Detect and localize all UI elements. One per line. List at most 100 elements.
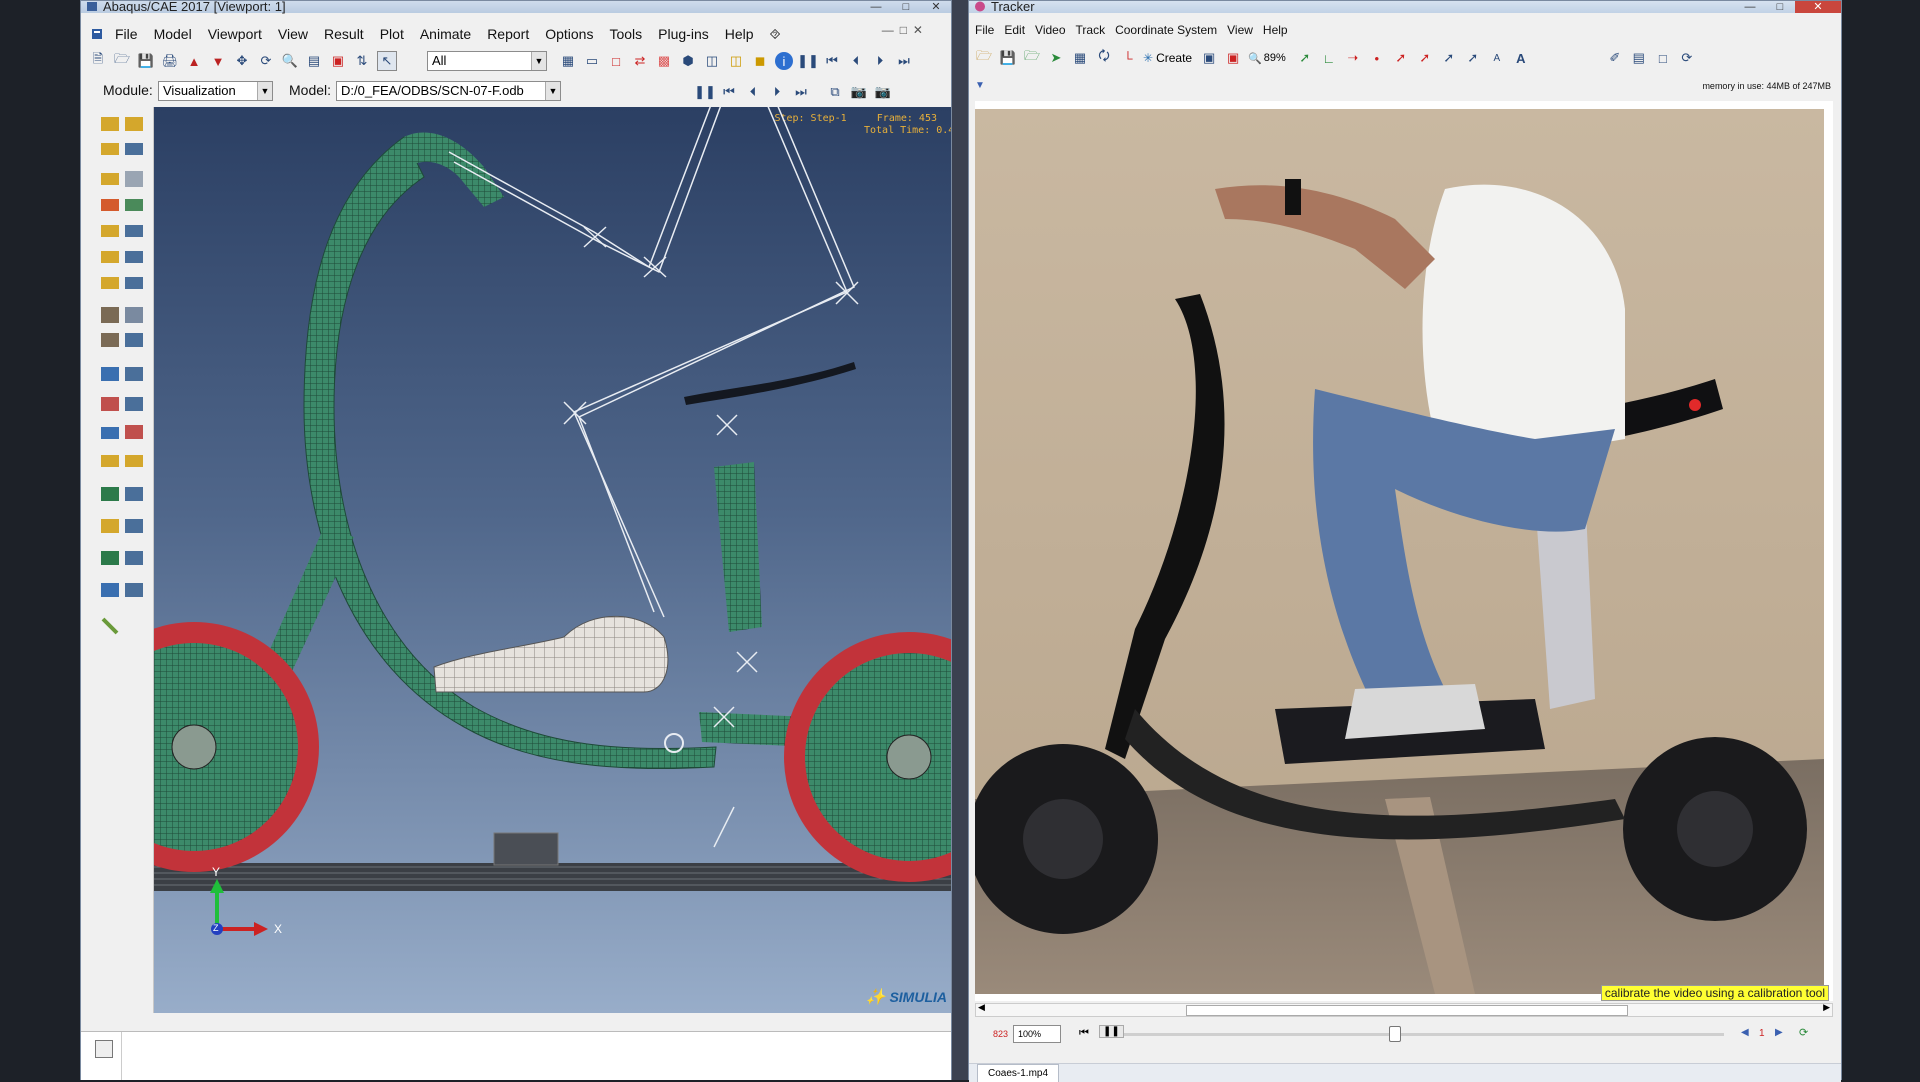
menu-file[interactable]: File — [115, 26, 138, 42]
menu-tools[interactable]: Tools — [609, 26, 642, 42]
fea-model[interactable] — [154, 107, 951, 1013]
menu-result[interactable]: Result — [324, 26, 364, 42]
auto-fit-icon[interactable]: ▣ — [329, 52, 347, 70]
pan-icon[interactable]: ✥ — [233, 52, 251, 70]
notes-icon[interactable]: ▤ — [1630, 49, 1648, 67]
refresh-icon[interactable]: ⟳ — [1678, 49, 1696, 67]
minimize-button[interactable]: — — [861, 1, 891, 13]
maximize-button[interactable]: □ — [891, 1, 921, 13]
trails-icon[interactable]: ➚ — [1296, 49, 1314, 67]
window-icon[interactable]: □ — [1654, 49, 1672, 67]
menu-plot[interactable]: Plot — [380, 26, 404, 42]
rotate-icon[interactable]: ⟳ — [257, 52, 275, 70]
context-help-icon[interactable]: ⯑ — [770, 26, 781, 43]
menu-track[interactable]: Track — [1076, 23, 1106, 37]
step-back-icon[interactable]: ◀ — [1741, 1027, 1749, 1038]
loop-icon[interactable]: ⟳ — [1799, 1026, 1808, 1039]
font-smaller-icon[interactable]: A — [1488, 49, 1506, 67]
rect-select-icon[interactable]: □ — [607, 52, 625, 70]
menu-file[interactable]: File — [975, 23, 994, 37]
viewport[interactable]: Step: Step-1 Frame: 453 Total Time: 0.45… — [154, 107, 951, 1013]
maximize-button[interactable]: □ — [1765, 1, 1795, 13]
chevron-down-icon[interactable]: ▼ — [545, 82, 560, 100]
open-icon[interactable]: 🗁 — [113, 51, 131, 70]
pause-button[interactable]: ❚❚ — [1099, 1025, 1124, 1038]
menu-coordinate-system[interactable]: Coordinate System — [1115, 23, 1217, 37]
toolbox-icon-grid[interactable] — [101, 117, 143, 635]
message-toggle-icon[interactable] — [95, 1040, 113, 1058]
new-icon[interactable]: 🗎 — [89, 51, 107, 70]
open-icon[interactable]: 🗁 — [975, 48, 993, 67]
points-icon[interactable]: • — [1368, 49, 1386, 67]
magnify-icon[interactable]: 🔍 — [281, 52, 299, 70]
xmass-alt-icon[interactable]: ➚ — [1464, 49, 1482, 67]
display-group-icon[interactable]: ▭ — [583, 52, 601, 70]
rewind-icon[interactable]: ⏮ — [1079, 1027, 1089, 1040]
mesh-icon[interactable]: ▩ — [655, 52, 673, 70]
frame-copy-icon[interactable]: ⧉ — [826, 83, 844, 101]
playback-slider[interactable] — [1124, 1026, 1724, 1042]
velocity-icon[interactable]: ➚ — [1392, 49, 1410, 67]
video-hscrollbar[interactable]: ◀ ▶ — [975, 1002, 1833, 1017]
video-frame[interactable] — [975, 109, 1824, 994]
export-icon[interactable]: ▼ — [209, 52, 227, 70]
first-frame-icon[interactable]: ⏮ — [823, 52, 841, 70]
scroll-left-icon[interactable]: ◀ — [978, 1002, 985, 1013]
calibration-icon[interactable]: 🗘 — [1095, 48, 1113, 67]
model-select[interactable]: D:/0_FEA/ODBS/SCN-07-F.odb ▼ — [336, 81, 561, 101]
anim-last-icon[interactable]: ⏭ — [792, 83, 810, 101]
rate-spinner[interactable]: 100% — [1013, 1025, 1061, 1043]
menu-view[interactable]: View — [278, 26, 308, 42]
message-area[interactable] — [81, 1031, 951, 1080]
chevron-down-icon[interactable]: ▼ — [531, 52, 546, 70]
close-button[interactable]: ✕ — [1795, 1, 1841, 13]
shaded-icon[interactable]: ◼ — [751, 52, 769, 70]
zoom-control[interactable]: 🔍 89% — [1248, 52, 1286, 65]
next-frame-icon[interactable]: ⏵ — [871, 52, 889, 70]
front-view-icon[interactable]: ◫ — [703, 52, 721, 70]
menu-view[interactable]: View — [1227, 23, 1253, 37]
path-icon[interactable]: ➝ — [1344, 49, 1362, 67]
module-select[interactable]: Visualization ▼ — [158, 81, 273, 101]
box-zoom-icon[interactable]: ▤ — [305, 52, 323, 70]
menu-model[interactable]: Model — [154, 26, 192, 42]
pencil-icon[interactable]: ✐ — [1606, 49, 1624, 67]
toggle-icon[interactable]: ▦ — [559, 52, 577, 70]
minimize-button[interactable]: — — [1735, 1, 1765, 13]
menu-help[interactable]: Help — [1263, 23, 1288, 37]
menu-report[interactable]: Report — [487, 26, 529, 42]
xmass-icon[interactable]: ➚ — [1440, 49, 1458, 67]
menu-viewport[interactable]: Viewport — [208, 26, 262, 42]
scroll-thumb[interactable] — [1186, 1005, 1628, 1016]
font-larger-icon[interactable]: A — [1512, 49, 1530, 67]
autotracker-icon[interactable]: ▣ — [1224, 49, 1242, 67]
export-icon[interactable]: ➤ — [1047, 49, 1065, 67]
pause-icon[interactable]: ❚❚ — [797, 52, 819, 70]
replace-icon[interactable]: ⇄ — [631, 52, 649, 70]
last-frame-icon[interactable]: ⏭ — [895, 52, 913, 70]
chevron-down-icon[interactable]: ▼ — [257, 82, 272, 100]
select-arrow-icon[interactable]: ↖ — [377, 51, 397, 71]
accel-icon[interactable]: ➚ — [1416, 49, 1434, 67]
wireframe-icon[interactable]: ◫ — [727, 52, 745, 70]
create-button[interactable]: ✳ Create — [1143, 51, 1192, 65]
camera-icon[interactable]: 📷 — [850, 83, 868, 101]
open-video-icon[interactable]: 🗁 — [1023, 48, 1041, 67]
prev-frame-icon[interactable]: ⏴ — [847, 52, 865, 70]
info-icon[interactable]: i — [775, 52, 793, 70]
playback-thumb[interactable] — [1389, 1026, 1401, 1042]
labels-icon[interactable]: ∟ — [1320, 49, 1338, 67]
cycle-icon[interactable]: ⇅ — [353, 52, 371, 70]
axes-icon[interactable]: └ — [1119, 49, 1137, 67]
close-button[interactable]: ✕ — [921, 1, 951, 13]
step-forward-icon[interactable]: ▶ — [1775, 1027, 1783, 1038]
anim-first-icon[interactable]: ⏮ — [720, 83, 738, 101]
menu-plugins[interactable]: Plug-ins — [658, 26, 709, 42]
save-icon[interactable]: 💾 — [137, 52, 155, 70]
menu-edit[interactable]: Edit — [1004, 23, 1025, 37]
filter-icon[interactable]: ▼ — [975, 80, 985, 91]
import-icon[interactable]: ▲ — [185, 52, 203, 70]
menu-help[interactable]: Help — [725, 26, 754, 42]
save-icon[interactable]: 💾 — [999, 49, 1017, 67]
print-icon[interactable]: 🖨 — [161, 52, 179, 70]
